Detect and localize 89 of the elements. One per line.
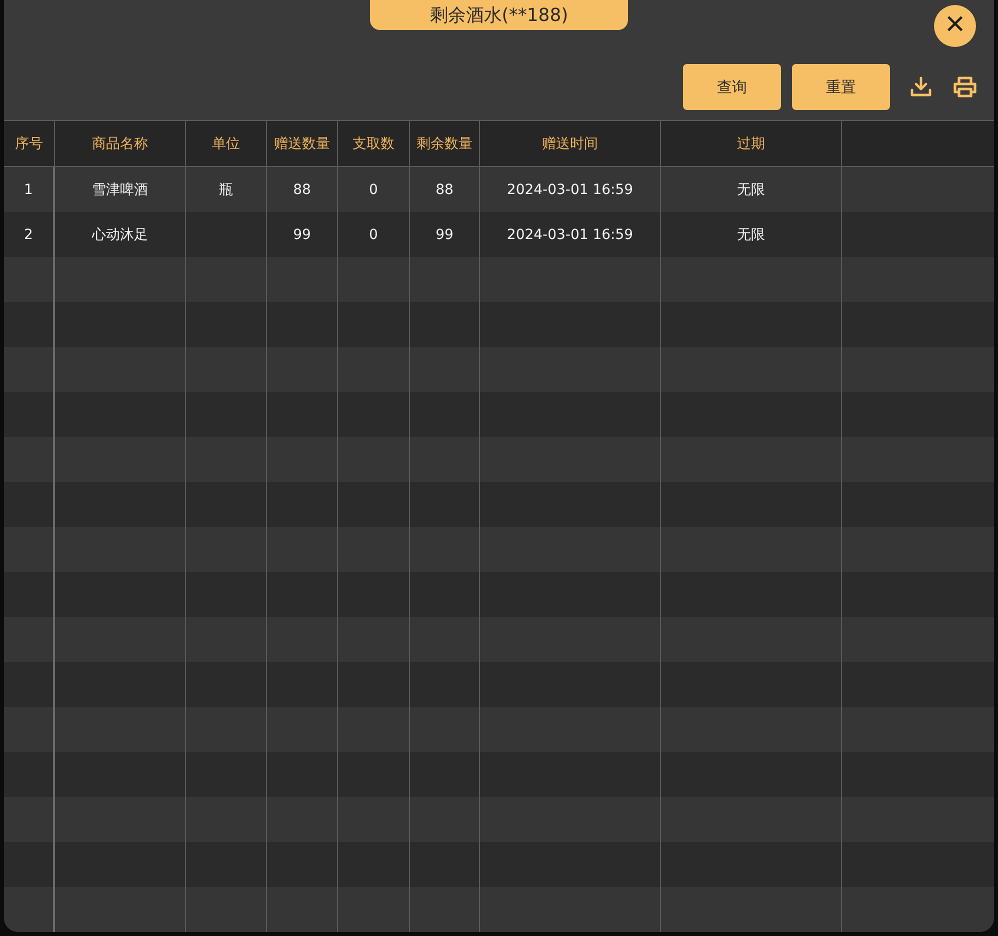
table-cell: 0 <box>338 167 410 212</box>
table-cell <box>267 752 338 797</box>
table-cell: 2 <box>4 212 55 257</box>
table-cell: 无限 <box>661 212 842 257</box>
table-cell <box>410 347 480 392</box>
table-cell <box>338 482 410 527</box>
table-cell <box>338 437 410 482</box>
table-cell: 心动沐足 <box>55 212 186 257</box>
table-cell <box>338 527 410 572</box>
table-cell <box>410 392 480 437</box>
table-cell <box>410 842 480 887</box>
table-cell <box>267 662 338 707</box>
table-cell <box>410 572 480 617</box>
table-cell <box>410 302 480 347</box>
table-cell: 99 <box>410 212 480 257</box>
table-cell <box>4 392 55 437</box>
table-cell <box>338 707 410 752</box>
table-cell <box>267 572 338 617</box>
table-cell: 99 <box>267 212 338 257</box>
table-cell <box>410 707 480 752</box>
table-cell <box>4 887 55 932</box>
table-cell <box>4 437 55 482</box>
table-cell <box>410 752 480 797</box>
table-cell <box>267 257 338 302</box>
column-header: 单位 <box>186 121 267 167</box>
table-cell <box>4 527 55 572</box>
table-cell <box>338 887 410 932</box>
column-header: 商品名称 <box>55 121 186 167</box>
column-header: 过期 <box>661 121 842 167</box>
table-cell <box>410 797 480 842</box>
reset-button[interactable]: 重置 <box>792 64 890 110</box>
table-cell <box>4 797 55 842</box>
table-cell <box>267 842 338 887</box>
table-cell <box>410 662 480 707</box>
table-cell <box>338 797 410 842</box>
table-cell <box>410 887 480 932</box>
print-icon[interactable] <box>952 75 978 99</box>
table-cell <box>410 437 480 482</box>
table-cell <box>338 662 410 707</box>
table-cell: 0 <box>338 212 410 257</box>
table-cell <box>410 257 480 302</box>
table-cell: 1 <box>4 167 55 212</box>
column-header: 支取数 <box>338 121 410 167</box>
table-cell <box>338 257 410 302</box>
table-cell <box>267 347 338 392</box>
table-cell <box>4 617 55 662</box>
table-cell <box>267 527 338 572</box>
table-cell <box>267 302 338 347</box>
table-cell: 2024-03-01 16:59 <box>480 167 661 212</box>
table-cell <box>338 572 410 617</box>
table-cell <box>267 482 338 527</box>
table-cell: 瓶 <box>186 167 267 212</box>
table-cell: 2024-03-01 16:59 <box>480 212 661 257</box>
download-icon[interactable] <box>909 75 933 99</box>
column-header: 赠送数量 <box>267 121 338 167</box>
table-cell <box>267 437 338 482</box>
table-cell <box>267 617 338 662</box>
table-cell: 无限 <box>661 167 842 212</box>
table-cell <box>410 482 480 527</box>
table-cell <box>267 797 338 842</box>
table-cell <box>338 752 410 797</box>
table-cell <box>338 842 410 887</box>
table-cell <box>4 257 55 302</box>
column-header: 赠送时间 <box>480 121 661 167</box>
column-header: 序号 <box>4 121 55 167</box>
dialog-title: 剩余酒水(**188) <box>370 0 628 30</box>
table-cell <box>4 347 55 392</box>
query-button[interactable]: 查询 <box>683 64 781 110</box>
table-cell <box>4 572 55 617</box>
table-cell <box>4 842 55 887</box>
table-cell <box>267 887 338 932</box>
table-cell <box>338 347 410 392</box>
table-cell <box>338 302 410 347</box>
column-header: 剩余数量 <box>410 121 480 167</box>
table-cell <box>338 617 410 662</box>
table-cell <box>410 617 480 662</box>
table-cell <box>410 527 480 572</box>
table-cell <box>4 752 55 797</box>
table-cell <box>4 302 55 347</box>
table-cell <box>4 482 55 527</box>
table-cell: 88 <box>267 167 338 212</box>
table-cell: 88 <box>410 167 480 212</box>
table-cell <box>4 662 55 707</box>
table-cell: 雪津啤酒 <box>55 167 186 212</box>
close-button[interactable]: × <box>934 5 976 47</box>
table-cell <box>4 707 55 752</box>
table-cell <box>267 392 338 437</box>
table-cell <box>338 392 410 437</box>
table-cell <box>267 707 338 752</box>
